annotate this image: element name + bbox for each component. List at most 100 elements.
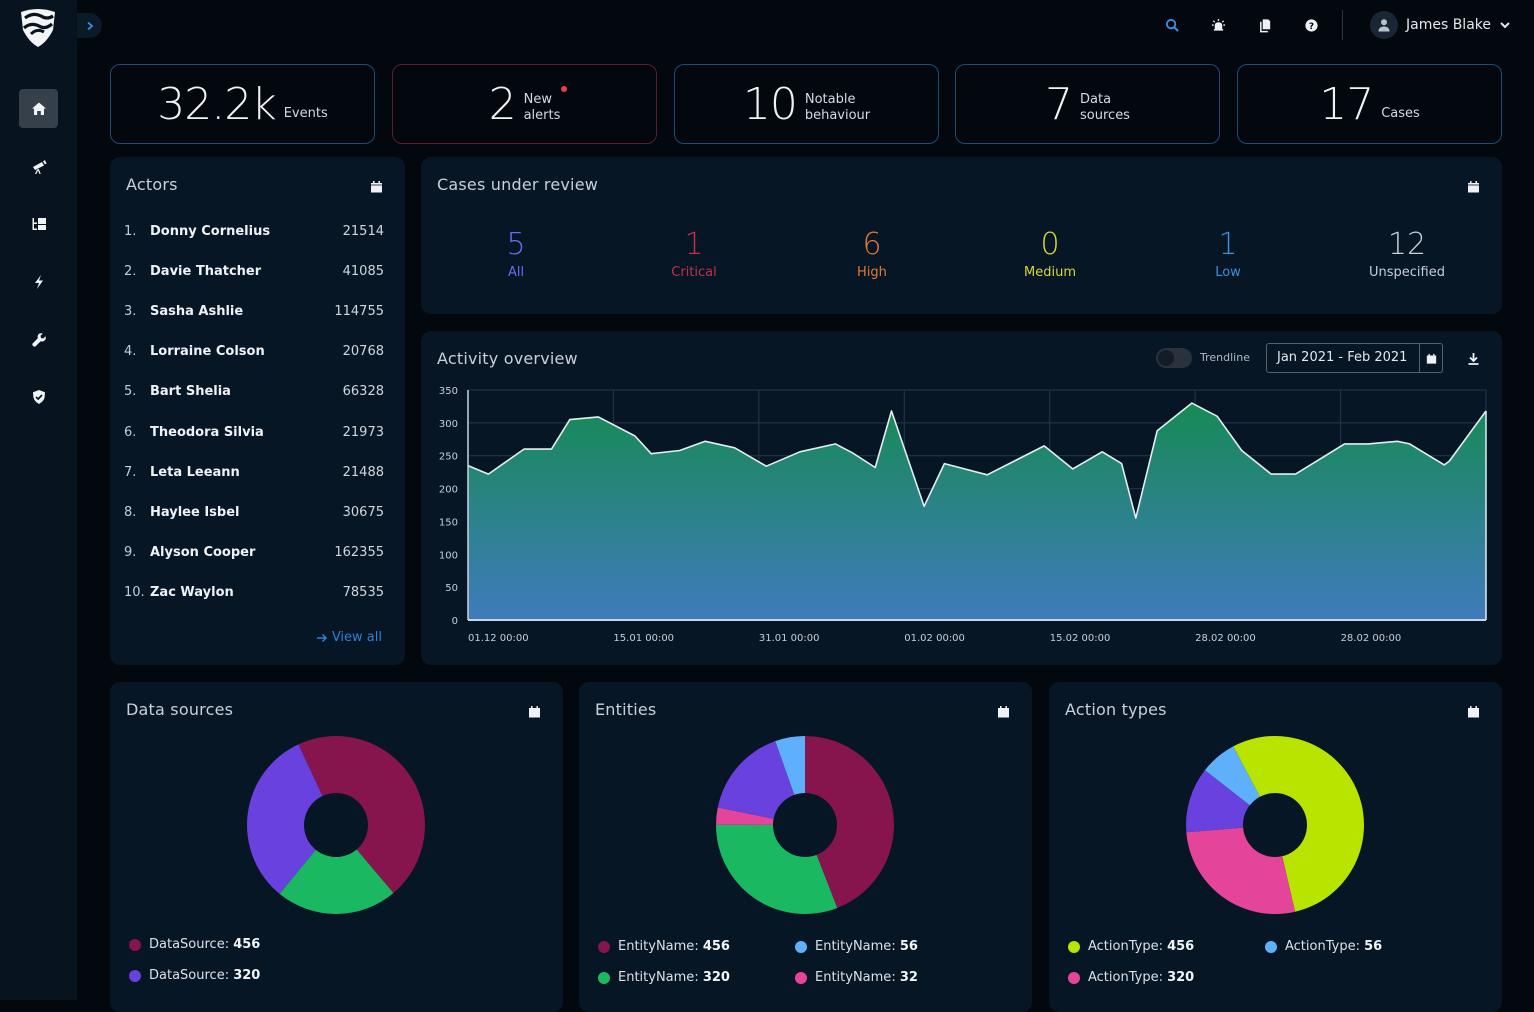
- calendar-button[interactable]: [997, 703, 1010, 716]
- actor-row[interactable]: 9.Alyson Cooper162355: [124, 543, 384, 563]
- legend-item[interactable]: DataSource: 456: [129, 937, 260, 952]
- entities-donut: [579, 722, 1032, 962]
- stat-value: 32.2k: [157, 79, 275, 130]
- search-button[interactable]: [1163, 16, 1181, 34]
- calendar-button[interactable]: [1467, 703, 1480, 716]
- user-menu[interactable]: James Blake: [1370, 11, 1511, 39]
- legend-item[interactable]: EntityName: 320: [598, 970, 730, 985]
- stat-label: Datasources: [1080, 92, 1130, 124]
- stat-card-data-sources[interactable]: 7 Datasources: [955, 64, 1220, 144]
- stat-card-cases[interactable]: 17 Cases: [1237, 64, 1502, 144]
- sidebar-item-hierarchy[interactable]: [19, 204, 58, 243]
- sidebar: [0, 0, 77, 1000]
- sidebar-item-home[interactable]: [19, 89, 58, 128]
- legend-label: ActionType: 320: [1088, 970, 1194, 985]
- case-label: High: [802, 265, 942, 280]
- view-all-link[interactable]: View all: [316, 630, 382, 645]
- actor-rank: 5.: [124, 384, 150, 399]
- actor-row[interactable]: 6.Theodora Silvia21973: [124, 422, 384, 442]
- y-tick-label: 150: [439, 517, 458, 528]
- help-button[interactable]: ?: [1302, 16, 1320, 34]
- chevron-right-icon: [85, 21, 95, 31]
- x-tick-label: 31.01 00:00: [759, 633, 820, 644]
- legend-label: EntityName: 56: [815, 939, 918, 954]
- logo-icon[interactable]: [17, 4, 59, 48]
- x-tick-label: 01.12 00:00: [468, 633, 529, 644]
- actor-row[interactable]: 8.Haylee Isbel30675: [124, 502, 384, 522]
- cases-panel: Cases under review 5All1Critical6High0Me…: [421, 157, 1502, 314]
- legend-item[interactable]: ActionType: 456: [1068, 939, 1194, 954]
- stat-label: Events: [284, 106, 328, 122]
- alarm-icon: [1211, 18, 1226, 33]
- stat-card-new-alerts[interactable]: 2 Newalerts: [392, 64, 657, 144]
- home-icon: [31, 101, 47, 117]
- actor-name: Donny Cornelius: [150, 224, 343, 239]
- sidebar-item-explore[interactable]: [19, 147, 58, 186]
- telescope-icon: [31, 159, 47, 175]
- case-severity-low[interactable]: 1Low: [1158, 227, 1298, 280]
- actor-row[interactable]: 5.Bart Shelia66328: [124, 382, 384, 402]
- stat-card-notable-behaviour[interactable]: 10 Notablebehaviour: [674, 64, 939, 144]
- actor-name: Bart Shelia: [150, 384, 343, 399]
- alarms-button[interactable]: [1209, 16, 1227, 34]
- legend-dot: [795, 941, 807, 953]
- activity-area: [468, 403, 1486, 620]
- y-tick-label: 350: [439, 386, 458, 397]
- legend-label: ActionType: 56: [1285, 939, 1382, 954]
- stat-label: Newalerts: [524, 92, 561, 124]
- legend-item[interactable]: EntityName: 456: [598, 939, 730, 954]
- sidebar-item-security[interactable]: [19, 377, 58, 416]
- sidebar-item-tools[interactable]: [19, 320, 58, 359]
- actor-value: 41085: [343, 264, 384, 279]
- actor-row[interactable]: 3.Sasha Ashlie114755: [124, 301, 384, 321]
- legend-item[interactable]: ActionType: 56: [1265, 939, 1382, 954]
- shield-check-icon: [31, 389, 47, 405]
- actor-row[interactable]: 2.Davie Thatcher41085: [124, 261, 384, 281]
- stat-value: 10: [743, 79, 797, 130]
- case-severity-medium[interactable]: 0Medium: [980, 227, 1120, 280]
- case-severity-critical[interactable]: 1Critical: [624, 227, 764, 280]
- case-severity-high[interactable]: 6High: [802, 227, 942, 280]
- activity-panel: Activity overview Trendline Jan 2021 - F…: [421, 331, 1502, 665]
- actor-value: 20768: [343, 344, 384, 359]
- legend-item[interactable]: DataSource: 320: [129, 968, 260, 983]
- actor-name: Theodora Silvia: [150, 425, 343, 440]
- legend-dot: [1068, 972, 1080, 984]
- case-label: Low: [1158, 265, 1298, 280]
- copy-button[interactable]: [1256, 16, 1274, 34]
- case-severity-all[interactable]: 5All: [446, 227, 586, 280]
- legend-item[interactable]: EntityName: 32: [795, 970, 918, 985]
- donut-slice[interactable]: [716, 825, 837, 914]
- x-tick-label: 15.02 00:00: [1050, 633, 1111, 644]
- actor-row[interactable]: 7.Leta Leeann21488: [124, 462, 384, 482]
- actor-rank: 8.: [124, 505, 150, 520]
- stat-card-events[interactable]: 32.2k Events: [110, 64, 375, 144]
- legend-dot: [598, 941, 610, 953]
- donut-slice[interactable]: [1186, 828, 1295, 914]
- actor-value: 78535: [343, 585, 384, 600]
- y-tick-label: 250: [439, 452, 458, 463]
- actor-row[interactable]: 1.Donny Cornelius21514: [124, 221, 384, 241]
- legend-item[interactable]: ActionType: 320: [1068, 970, 1194, 985]
- actor-rank: 6.: [124, 425, 150, 440]
- sidebar-item-activity[interactable]: [19, 262, 58, 301]
- action-types-donut: [1049, 722, 1502, 962]
- x-tick-label: 01.02 00:00: [904, 633, 965, 644]
- calendar-icon: [1467, 705, 1480, 718]
- expand-sidebar-button[interactable]: [77, 13, 102, 38]
- calendar-icon: [370, 180, 383, 193]
- search-icon: [1165, 18, 1180, 33]
- calendar-button[interactable]: [370, 178, 383, 191]
- calendar-button[interactable]: [528, 703, 541, 716]
- help-icon: ?: [1304, 18, 1319, 33]
- actor-value: 21514: [343, 224, 384, 239]
- actor-name: Leta Leeann: [150, 465, 343, 480]
- calendar-button[interactable]: [1467, 178, 1480, 191]
- actor-value: 114755: [334, 304, 384, 319]
- legend-item[interactable]: EntityName: 56: [795, 939, 918, 954]
- case-severity-unspecified[interactable]: 12Unspecified: [1337, 227, 1477, 280]
- actor-name: Haylee Isbel: [150, 505, 343, 520]
- actor-row[interactable]: 10.Zac Waylon78535: [124, 583, 384, 603]
- actor-row[interactable]: 4.Lorraine Colson20768: [124, 342, 384, 362]
- data-sources-donut: [110, 722, 563, 962]
